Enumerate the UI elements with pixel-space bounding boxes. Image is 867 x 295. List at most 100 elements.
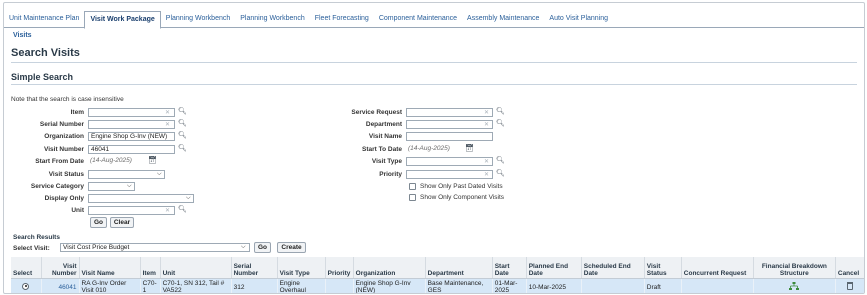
tab-fleet-forecasting[interactable]: Fleet Forecasting — [310, 11, 374, 28]
search-icon[interactable]: 🔍︎ — [496, 169, 505, 177]
column-header: Select — [11, 257, 42, 279]
search-icon[interactable]: 🔍︎ — [178, 107, 187, 115]
start-date-cell: 01-Mar-2025 — [492, 278, 527, 293]
visit-name-label: Visit Name — [368, 133, 402, 140]
chevron-down-icon: ⌵ — [241, 244, 246, 250]
column-header: Concurrent Request — [681, 257, 754, 279]
concurrent-request-cell — [681, 278, 754, 293]
column-header: Cancel — [835, 257, 864, 279]
item-input[interactable] — [88, 108, 175, 117]
tab-assembly-maintenance[interactable]: Assembly Maintenance — [462, 11, 544, 28]
tab-planning-workbench-2[interactable]: Planning Workbench — [235, 11, 309, 28]
organization-input[interactable]: Engine Shop G-Inv (NEW) — [88, 132, 175, 141]
visit-number-input[interactable]: 46041 — [88, 145, 175, 154]
unit-label: Unit — [71, 207, 84, 214]
column-header: Scheduled End Date — [581, 257, 645, 279]
column-header: Visit Number — [41, 257, 80, 279]
organization-label: Organization — [44, 133, 84, 140]
select-visit-dropdown[interactable]: Visit Cost Price Budget — [60, 243, 250, 252]
priority-input[interactable] — [406, 170, 493, 179]
visit-name-input[interactable] — [406, 132, 493, 141]
create-button[interactable]: Create — [277, 242, 306, 253]
page-title: Search Visits — [11, 47, 80, 59]
display-only-select[interactable] — [88, 194, 194, 203]
department-label: Department — [365, 121, 402, 128]
column-header: Serial Number — [231, 257, 278, 279]
divider — [11, 62, 857, 63]
clear-field-icon[interactable]: ✕ — [484, 158, 489, 165]
tab-component-maintenance[interactable]: Component Maintenance — [374, 11, 462, 28]
clear-field-icon[interactable]: ✕ — [165, 207, 170, 214]
start-from-date-label: Start From Date — [35, 158, 84, 165]
table-row[interactable]: 46041 RA G-Inv Order Visit 010 C70-1 C70… — [11, 278, 864, 293]
component-visits-checkbox[interactable] — [409, 194, 416, 201]
past-dated-label: Show Only Past Dated Visits — [420, 183, 503, 190]
search-icon[interactable]: 🔍︎ — [496, 119, 505, 127]
component-visits-label: Show Only Component Visits — [420, 194, 505, 201]
visit-number-label: Visit Number — [44, 146, 84, 153]
breadcrumb-visits[interactable]: Visits — [13, 32, 32, 39]
tab-planning-workbench[interactable]: Planning Workbench — [161, 11, 235, 28]
column-header: Organization — [353, 257, 426, 279]
search-icon[interactable]: 🔍︎ — [178, 119, 187, 127]
serial-number-input[interactable] — [88, 120, 175, 129]
unit-input[interactable] — [88, 206, 175, 215]
select-cell[interactable] — [11, 278, 42, 293]
search-icon[interactable]: 🔍︎ — [496, 107, 505, 115]
clear-field-icon[interactable]: ✕ — [484, 171, 489, 178]
scheduled-end-date-cell — [581, 278, 645, 293]
visit-number-link[interactable]: 46041 — [41, 278, 80, 293]
column-header: Visit Type — [277, 257, 326, 279]
planned-end-date-cell: 10-Mar-2025 — [526, 278, 582, 293]
service-request-input[interactable] — [406, 108, 493, 117]
search-icon[interactable]: 🔍︎ — [178, 131, 187, 139]
column-header: Start Date — [492, 257, 527, 279]
calendar-icon[interactable]: 📅︎ — [465, 144, 474, 152]
tab-auto-visit-planning[interactable]: Auto Visit Planning — [544, 11, 613, 28]
column-header: Department — [425, 257, 493, 279]
select-visit-label: Select Visit: — [13, 245, 50, 252]
column-header: Visit Status — [644, 257, 682, 279]
results-go-button[interactable]: Go — [254, 242, 271, 253]
tab-unit-maintenance-plan[interactable]: Unit Maintenance Plan — [4, 11, 84, 28]
search-icon[interactable]: 🔍︎ — [178, 205, 187, 213]
item-label: Item — [70, 109, 84, 116]
start-to-date-label: Start To Date — [362, 146, 402, 153]
tree-structure-icon[interactable] — [789, 282, 800, 291]
visit-status-label: Visit Status — [48, 171, 84, 178]
serial-number-cell: 312 — [231, 278, 278, 293]
visit-name-cell: RA G-Inv Order Visit 010 — [79, 278, 141, 293]
visit-type-label: Visit Type — [371, 158, 402, 165]
visit-status-select[interactable] — [88, 170, 165, 179]
column-header: Planned End Date — [526, 257, 582, 279]
go-button[interactable]: Go — [90, 217, 107, 228]
search-results-title: Search Results — [13, 234, 60, 241]
column-header: Item — [140, 257, 161, 279]
priority-cell — [325, 278, 354, 293]
clear-field-icon[interactable]: ✕ — [165, 109, 170, 116]
start-to-date-input[interactable]: (14-Aug-2025) — [406, 145, 462, 154]
search-icon[interactable]: 🔍︎ — [178, 144, 187, 152]
clear-field-icon[interactable]: ✕ — [484, 109, 489, 116]
tab-visit-work-package[interactable]: Visit Work Package — [84, 11, 161, 29]
calendar-icon[interactable]: 📅︎ — [148, 156, 157, 164]
clear-field-icon[interactable]: ✕ — [484, 121, 489, 128]
visit-type-input[interactable] — [406, 157, 493, 166]
tab-bar: Unit Maintenance Plan Visit Work Package… — [4, 11, 864, 29]
department-input[interactable] — [406, 120, 493, 129]
trash-icon[interactable] — [846, 282, 853, 291]
past-dated-checkbox[interactable] — [409, 183, 416, 190]
table-header-row: Select Visit Number Visit Name Item Unit… — [11, 257, 864, 279]
clear-field-icon[interactable]: ✕ — [165, 121, 170, 128]
search-icon[interactable]: 🔍︎ — [496, 156, 505, 164]
column-header: Financial Breakdown Structure — [753, 257, 836, 279]
clear-button[interactable]: Clear — [110, 217, 134, 228]
results-table: Select Visit Number Visit Name Item Unit… — [11, 257, 864, 293]
display-only-label: Display Only — [44, 195, 84, 202]
section-title: Simple Search — [11, 72, 74, 82]
service-category-label: Service Category — [30, 183, 84, 190]
row-select-radio[interactable] — [22, 282, 30, 290]
start-from-date-input[interactable]: (14-Aug-2025) — [88, 157, 144, 166]
fbs-cell[interactable] — [753, 278, 836, 293]
cancel-cell[interactable] — [835, 278, 864, 293]
